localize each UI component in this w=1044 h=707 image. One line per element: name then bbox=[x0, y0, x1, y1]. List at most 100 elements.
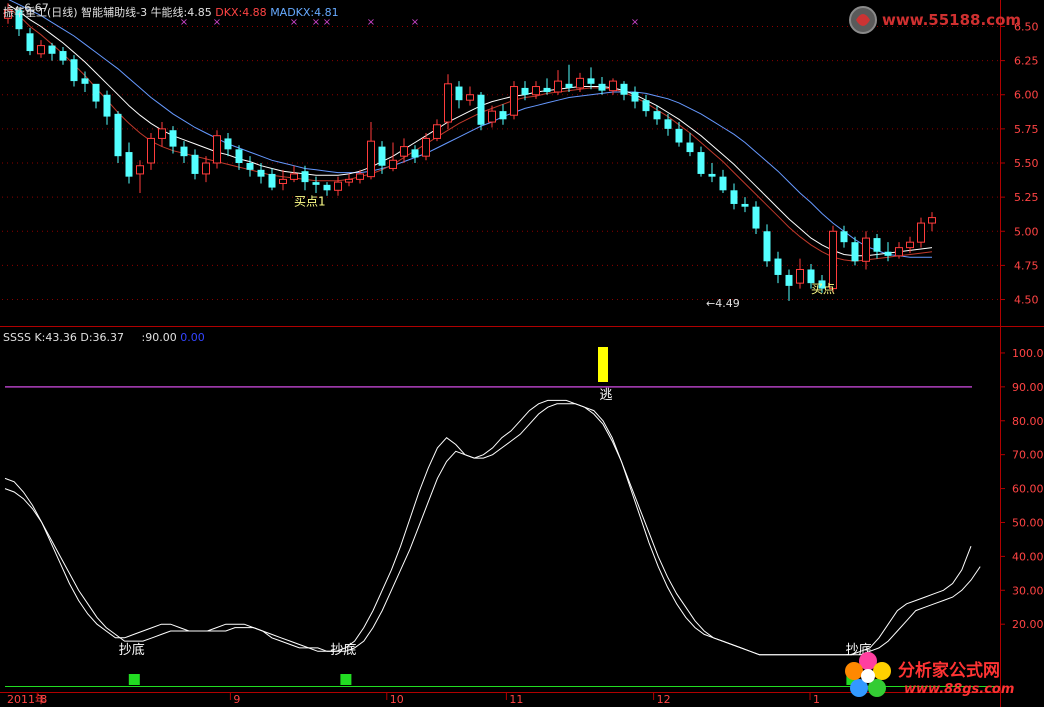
candle-body bbox=[532, 86, 540, 96]
osc-axis-label: 20.00 bbox=[1012, 618, 1044, 631]
time-axis-label: 9 bbox=[233, 693, 240, 706]
osc-axis-label: 60.00 bbox=[1012, 483, 1044, 496]
candle-body bbox=[48, 45, 56, 54]
candle-body bbox=[906, 241, 914, 249]
candle-body bbox=[37, 45, 45, 55]
candle-body bbox=[367, 140, 375, 178]
candle-body bbox=[180, 146, 188, 157]
candle-body bbox=[598, 83, 606, 91]
bottom-fishing-label: 抄底 bbox=[119, 642, 145, 658]
buy-marker bbox=[340, 674, 352, 685]
price-axis-label: 5.25 bbox=[1014, 191, 1039, 204]
time-axis-label: 10 bbox=[390, 693, 404, 706]
candle-body bbox=[26, 33, 34, 52]
osc-axis-label: 50.00 bbox=[1012, 516, 1044, 529]
candle-body bbox=[565, 83, 573, 88]
candle-body bbox=[246, 163, 254, 170]
candle-body bbox=[59, 51, 67, 61]
k-value: K:43.36 bbox=[34, 331, 77, 344]
madkx-value: MADKX:4.81 bbox=[270, 6, 339, 19]
candle-body bbox=[554, 80, 562, 93]
candle-body bbox=[741, 203, 749, 207]
candle-body bbox=[147, 137, 155, 164]
candle-body bbox=[752, 206, 760, 229]
candle-body bbox=[774, 258, 782, 275]
candle-body bbox=[477, 94, 485, 125]
candle-body bbox=[158, 128, 166, 139]
time-axis-label: 8 bbox=[40, 693, 47, 706]
site-logo-icon bbox=[849, 6, 877, 34]
price-axis-label: 6.00 bbox=[1014, 89, 1039, 102]
candle-body bbox=[829, 230, 837, 290]
price-axis-label: 4.50 bbox=[1014, 294, 1039, 307]
candle-body bbox=[686, 142, 694, 153]
buy-point-label: 买点 bbox=[811, 282, 835, 296]
candle-body bbox=[873, 238, 881, 252]
sell-marker bbox=[598, 347, 608, 382]
price-axis-label: 5.00 bbox=[1014, 225, 1039, 238]
osc-axis-label: 30.00 bbox=[1012, 584, 1044, 597]
candle-body bbox=[510, 86, 518, 116]
bottom-watermark: 分析家公式网 www.88gs.com bbox=[842, 650, 1040, 704]
candle-body bbox=[345, 178, 353, 183]
candle-body bbox=[257, 169, 265, 177]
indicator-name: 智能辅助线-3 bbox=[81, 6, 148, 19]
top-watermark-url: www.55188.com bbox=[882, 11, 1022, 29]
candle-body bbox=[455, 86, 463, 101]
candle-body bbox=[719, 176, 727, 191]
candle-body bbox=[862, 237, 870, 262]
candle-body bbox=[917, 222, 925, 243]
stock-name: 振华重工(日线) bbox=[3, 6, 78, 19]
price-axis-label: 5.75 bbox=[1014, 123, 1039, 136]
osc-axis-label: 100.0 bbox=[1012, 347, 1044, 360]
candle-body bbox=[422, 137, 430, 157]
candle-body bbox=[587, 78, 595, 84]
osc-axis-label: 80.00 bbox=[1012, 415, 1044, 428]
candle-body bbox=[103, 94, 111, 117]
candle-body bbox=[664, 119, 672, 129]
candle-body bbox=[488, 110, 496, 123]
candle-body bbox=[400, 146, 408, 157]
candle-body bbox=[620, 83, 628, 95]
d-line bbox=[4, 403, 981, 656]
candle-body bbox=[609, 80, 617, 92]
oscillator-name: SSSS bbox=[3, 331, 31, 344]
candle-body bbox=[543, 87, 551, 93]
price-axis-label: 4.75 bbox=[1014, 259, 1039, 272]
candle-body bbox=[378, 146, 386, 166]
candle-body bbox=[730, 190, 738, 204]
signal-x-mark: × bbox=[631, 17, 639, 28]
candle-body bbox=[323, 184, 331, 191]
candle-body bbox=[675, 128, 683, 143]
candle-body bbox=[884, 251, 892, 256]
price-axis-label: 5.50 bbox=[1014, 157, 1039, 170]
k-line bbox=[4, 399, 972, 656]
candle-body bbox=[213, 135, 221, 164]
candle-body bbox=[125, 152, 133, 177]
candle-body bbox=[235, 149, 243, 163]
candle-body bbox=[334, 181, 342, 191]
candle-body bbox=[433, 124, 441, 139]
madkx-line bbox=[8, 0, 932, 258]
dkx-value: DKX:4.88 bbox=[215, 6, 267, 19]
candle-body bbox=[81, 78, 89, 84]
candle-body bbox=[851, 242, 859, 262]
candle-body bbox=[444, 83, 452, 123]
zero-value: 0.00 bbox=[180, 331, 205, 344]
dkx-line bbox=[7, 4, 933, 257]
osc-axis-label: 90.00 bbox=[1012, 381, 1044, 394]
candle-body bbox=[697, 152, 705, 174]
candle-body bbox=[191, 154, 199, 174]
bottom-watermark-title: 分析家公式网 bbox=[898, 661, 1000, 681]
candle-body bbox=[653, 111, 661, 120]
candle-body bbox=[136, 165, 144, 175]
candle-body bbox=[224, 138, 232, 150]
d-value: D:36.37 bbox=[80, 331, 125, 344]
candle-body bbox=[840, 231, 848, 243]
candle-body bbox=[389, 159, 397, 169]
niu-line-value: 牛能线:4.85 bbox=[150, 6, 212, 19]
bottom-fishing-label: 抄底 bbox=[330, 642, 356, 658]
price-panel-header: 振华重工(日线) 智能辅助线-3 牛能线:4.85 DKX:4.88 MADKX… bbox=[3, 4, 339, 20]
time-axis-label: 12 bbox=[657, 693, 671, 706]
candle-body bbox=[796, 268, 804, 284]
